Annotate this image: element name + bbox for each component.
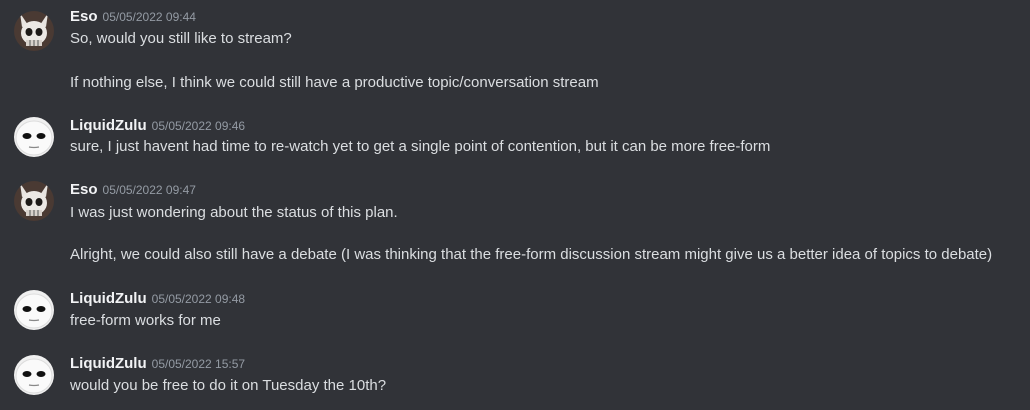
mask-face-avatar-icon[interactable]: [14, 117, 54, 157]
mask-face-avatar-icon[interactable]: [14, 290, 54, 330]
message-list: Eso 05/05/2022 09:44 So, would you still …: [0, 0, 1030, 410]
message-header: Eso 05/05/2022 09:44: [70, 8, 196, 28]
message-header: LiquidZulu 05/05/2022 09:48: [70, 290, 245, 310]
message-header: LiquidZulu 05/05/2022 15:57: [70, 355, 245, 375]
message-text: would you be free to do it on Tuesday th…: [70, 377, 387, 394]
message-text: Alright, we could also still have a deba…: [70, 246, 993, 263]
timestamp[interactable]: 05/05/2022 15:57: [152, 357, 245, 371]
username[interactable]: Eso: [70, 8, 98, 25]
mask-face-avatar-icon[interactable]: [14, 355, 54, 395]
username[interactable]: Eso: [70, 181, 98, 198]
message-text: I was just wondering about the status of…: [70, 204, 398, 221]
timestamp[interactable]: 05/05/2022 09:44: [103, 10, 196, 24]
username[interactable]: LiquidZulu: [70, 355, 147, 372]
message-text: So, would you still like to stream?: [70, 30, 292, 47]
cat-skull-avatar-icon[interactable]: [14, 11, 54, 51]
cat-skull-avatar-icon[interactable]: [14, 181, 54, 221]
message-header: LiquidZulu 05/05/2022 09:46: [70, 117, 245, 137]
message-text: sure, I just havent had time to re-watch…: [70, 138, 771, 155]
username[interactable]: LiquidZulu: [70, 117, 147, 134]
message-header: Eso 05/05/2022 09:47: [70, 181, 196, 201]
message-text: If nothing else, I think we could still …: [70, 74, 599, 91]
message-text: free-form works for me: [70, 312, 221, 329]
timestamp[interactable]: 05/05/2022 09:47: [103, 183, 196, 197]
timestamp[interactable]: 05/05/2022 09:46: [152, 119, 245, 133]
username[interactable]: LiquidZulu: [70, 290, 147, 307]
timestamp[interactable]: 05/05/2022 09:48: [152, 292, 245, 306]
